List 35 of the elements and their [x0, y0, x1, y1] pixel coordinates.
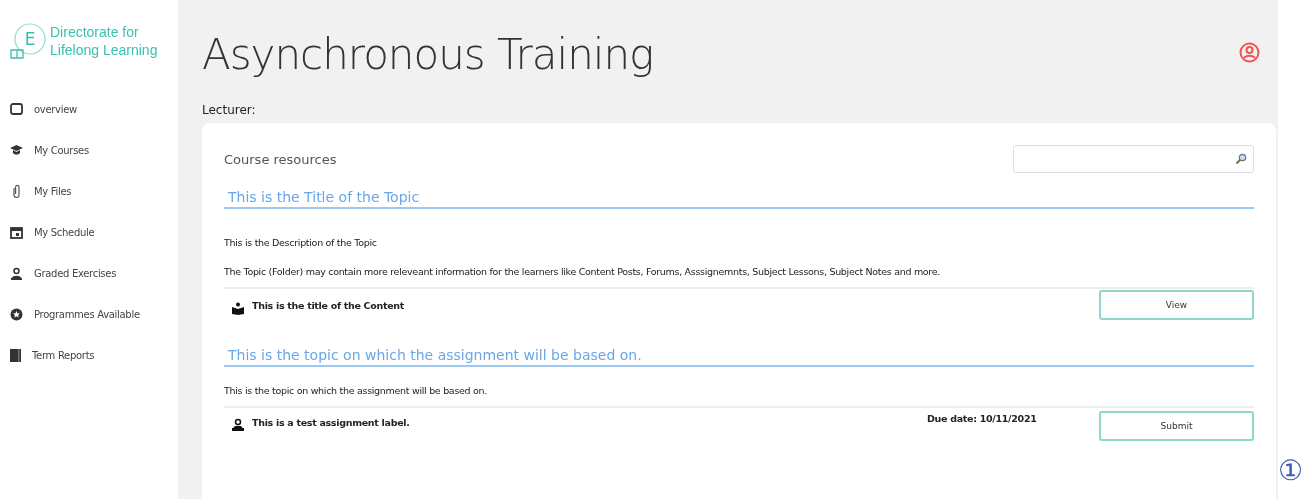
- sidebar-item[interactable]: My Schedule: [10, 223, 178, 241]
- lecturer-label: Lecturer:: [202, 103, 257, 117]
- topic-title: This is the Title of the Topic: [224, 189, 1254, 209]
- calendar-icon: [10, 225, 23, 239]
- item-title: This is a test assignment label.: [252, 417, 411, 428]
- sidebar-item[interactable]: Graded Exercises: [10, 264, 178, 282]
- view-button[interactable]: View: [1099, 290, 1254, 320]
- due-date: Due date: 10/11/2021: [927, 413, 1038, 424]
- topic-title: This is the topic on which the assignment will be based on.: [224, 347, 1254, 367]
- topic-description: This is the Description of the Topic: [224, 237, 378, 248]
- sidebar-item[interactable]: My Courses: [10, 141, 178, 159]
- topic-description: This is the topic on which the assignment will be based on.: [224, 385, 488, 396]
- search-field[interactable]: [1013, 145, 1254, 173]
- monitor-icon: [10, 103, 23, 115]
- sidebar-item[interactable]: Term Reports: [10, 346, 178, 364]
- sidebar-item[interactable]: My Files: [10, 182, 178, 200]
- star-badge-icon: [10, 307, 23, 321]
- organization-name: Directorate for: [50, 23, 140, 41]
- topic-description: The Topic (Folder) may contain more releveant information for the learners like Content Posts, Forums, Asssignemnts, Subject Lessons, Subject Notes and more.: [224, 266, 942, 277]
- organization-name: Lifelong Learning: [50, 41, 158, 59]
- annotation-number: ①: [1278, 457, 1303, 485]
- section-heading: Course resources: [224, 151, 337, 167]
- book-icon: [10, 348, 21, 362]
- graduation-cap-icon: [10, 144, 23, 156]
- sidebar-item[interactable]: Programmes Available: [10, 305, 178, 323]
- person-at-desk-icon: [232, 418, 244, 431]
- page-title: Asynchronous Training: [202, 30, 654, 79]
- user-profile-icon[interactable]: [1239, 42, 1260, 63]
- person-at-desk-icon: [10, 266, 23, 280]
- reader-icon: [232, 302, 244, 315]
- item-title: This is the title of the Content: [252, 300, 406, 311]
- search-icon[interactable]: [1235, 153, 1247, 165]
- submit-button[interactable]: Submit: [1099, 411, 1254, 441]
- paperclip-icon: [10, 184, 23, 198]
- sidebar-item[interactable]: overview: [10, 100, 178, 118]
